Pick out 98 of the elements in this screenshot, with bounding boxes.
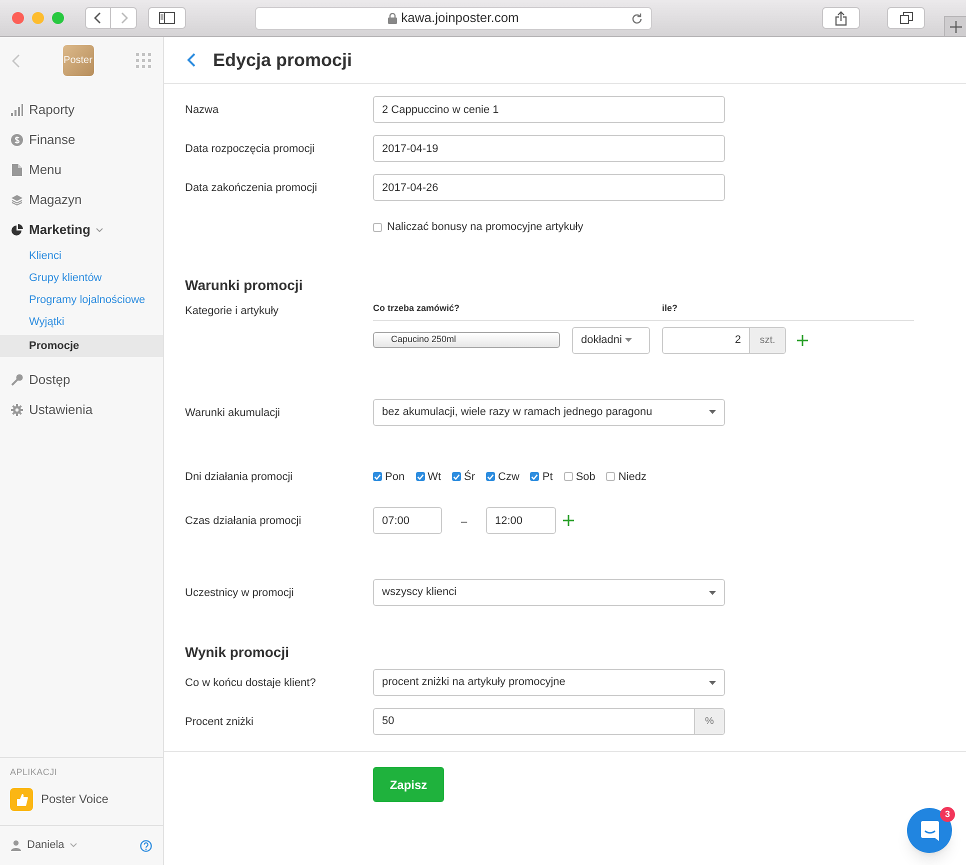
checkmark-icon [487,474,494,480]
plus-icon [950,20,962,32]
notification-badge: 3 [940,807,955,822]
sidebar-item[interactable]: Raporty [29,100,75,120]
field-label: Nazwa [185,103,220,118]
field-label: Data rozpoczęcia promocji [185,142,316,157]
dollar-icon [11,134,23,146]
share-button[interactable] [822,7,860,29]
chat-button[interactable] [907,808,952,853]
address-bar[interactable]: kawa.joinposter.com [255,6,652,30]
checkbox[interactable] [486,472,496,482]
checkmark-icon [416,474,424,480]
dropdown[interactable]: bez akumulacji, wiele razy w ramach jednego paragonu [373,398,725,426]
gear-icon [11,404,23,416]
product-selector[interactable]: Capucino 250ml [373,332,560,348]
checkbox-label: Wt [428,470,442,484]
share-icon [835,10,847,26]
thumbs-up-icon [10,788,33,810]
field-label: Procent zniżki [185,715,254,730]
column-header: ile? [662,302,678,316]
section-heading: Wynik promocji [185,643,290,662]
input-field[interactable]: 2017-04-19 [373,135,725,162]
checkbox-label: Pon [385,470,405,484]
back-icon [94,12,102,24]
back-icon[interactable] [187,53,196,67]
checkbox-label: Pt [542,470,553,484]
document-icon [11,164,23,176]
layers-icon [11,194,23,206]
key-icon [11,374,23,386]
section-heading: Warunki promocji [185,276,304,295]
field-label: Warunki akumulacji [185,406,281,420]
new-tab-button[interactable] [944,16,966,36]
caret-down-icon [709,590,716,594]
input-field[interactable]: 2 Cappuccino w cenie 1 [373,96,725,123]
quantity-field[interactable]: 2 szt. [662,326,786,354]
checkbox[interactable] [564,472,573,482]
checkbox-label: Naliczać bonusy na promocyjne artykuły [387,220,584,235]
page-title: Edycja promocji [213,48,352,72]
column-header: Co trzeba zamówić? [373,302,461,316]
user-menu[interactable]: Daniela [11,837,78,854]
add-icon[interactable] [563,515,574,526]
field-label: Uczestnicy w promocji [185,586,295,601]
checkbox[interactable] [373,472,382,482]
checkbox-label: Niedz [618,470,647,484]
caret-down-icon [709,410,716,414]
percent-field[interactable]: 50 % [373,708,725,735]
field-label: Data zakończenia promocji [185,181,318,196]
input-field[interactable]: 12:00 [486,507,556,534]
caret-down-icon [709,680,716,684]
sidebar-item[interactable]: Finanse [29,130,76,150]
tabs-icon [900,12,912,24]
chevron-down-icon [96,228,104,232]
field-label: Kategorie i artykuły [185,304,280,318]
app-item[interactable]: Poster Voice [10,788,153,810]
dropdown[interactable]: procent zniżki na artykuły promocyjne [373,669,725,696]
sidebar-item[interactable]: Marketing [29,220,90,240]
submenu-item[interactable]: Promocje [0,335,163,357]
pie-chart-icon [11,224,23,236]
checkmark-icon [531,474,538,480]
field-label: Co w końcu dostaje klient? [185,676,317,691]
sidebar-toggle-button[interactable] [148,7,186,29]
time-separator: – [460,514,468,530]
section-heading: APLIKACJI [10,766,58,779]
bars-icon [11,104,23,116]
checkbox-label: Śr [464,469,476,484]
input-field[interactable]: 2017-04-26 [373,174,725,201]
reload-icon[interactable] [631,12,643,24]
dropdown[interactable]: wszyscy klienci [373,579,725,606]
sidebar-icon [159,12,175,24]
back-button[interactable] [85,7,111,29]
add-icon[interactable] [797,334,808,346]
close-button[interactable] [12,12,24,24]
chevron-down-icon [70,843,78,848]
forward-icon [120,12,128,24]
checkbox[interactable] [416,472,425,482]
sidebar-item[interactable]: Magazyn [29,190,82,210]
sidebar-item[interactable]: Dostęp [29,370,70,390]
field-label: Dni działania promocji [185,470,294,484]
tabs-button[interactable] [887,7,925,29]
checkmark-icon [453,474,460,480]
checkbox-label: Czw [498,470,520,484]
user-icon [11,840,21,851]
lock-icon [388,12,398,24]
help-icon[interactable] [140,840,152,852]
url-text: kawa.joinposter.com [401,9,519,28]
input-field[interactable]: 07:00 [373,507,442,534]
checkbox[interactable] [606,472,616,482]
checkbox[interactable] [373,222,382,232]
checkbox[interactable] [530,472,540,482]
checkbox[interactable] [452,472,462,482]
sidebar-item[interactable]: Menu [29,160,62,180]
chat-icon [920,820,938,840]
sidebar-item[interactable]: Ustawienia [29,400,93,420]
caret-down-icon [624,338,632,342]
checkmark-icon [374,474,381,480]
dropdown[interactable]: dokładni [572,326,650,354]
checkbox-label: Sob [576,470,596,484]
field-label: Czas działania promocji [185,514,302,529]
